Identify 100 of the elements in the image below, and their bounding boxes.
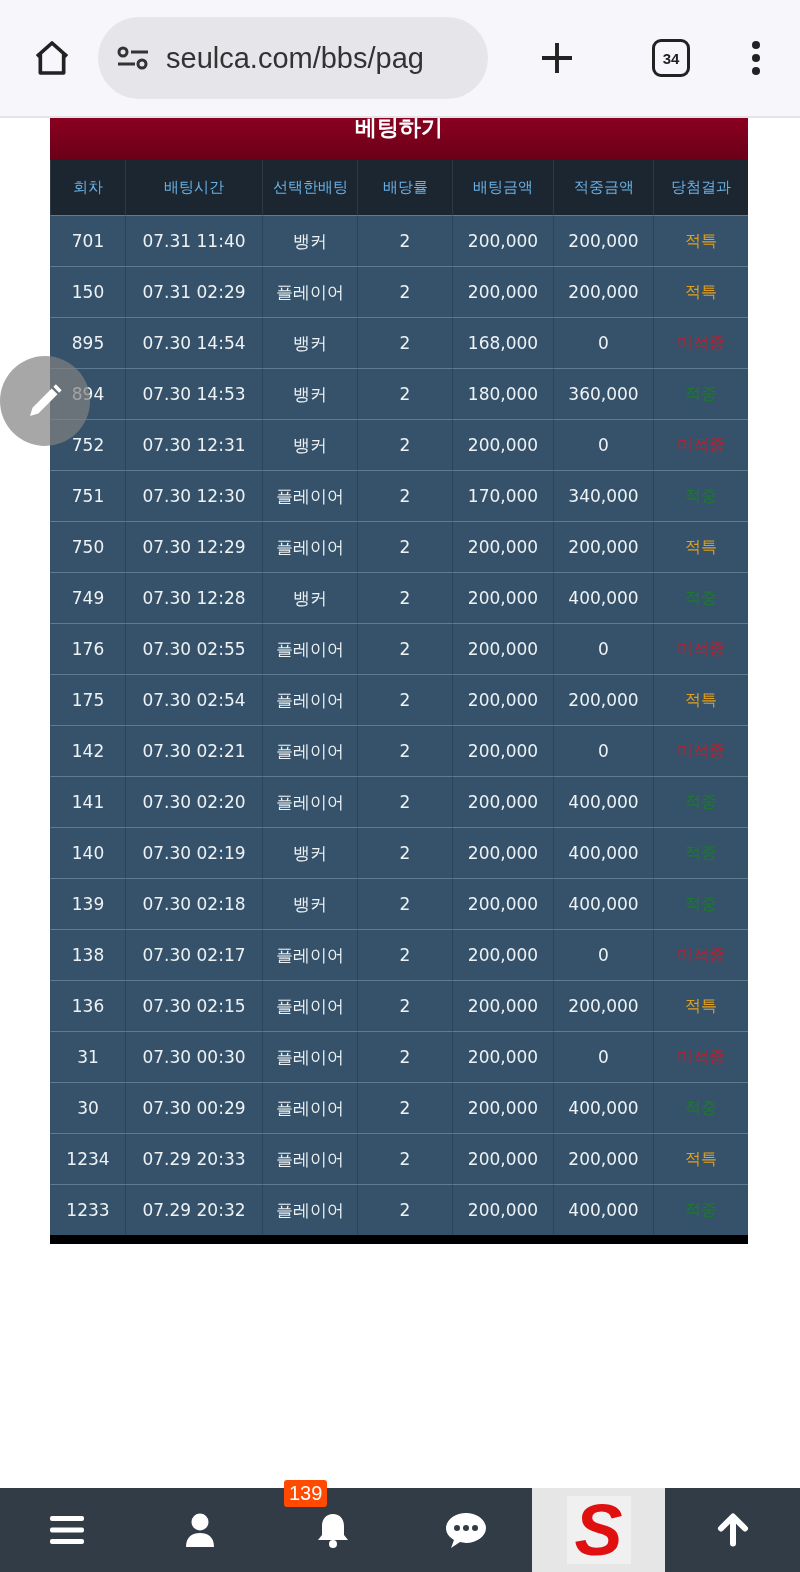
table-cell: 2 <box>357 623 452 674</box>
table-cell: 136 <box>50 980 125 1031</box>
table-cell: 2 <box>357 368 452 419</box>
result-label: 적중 <box>685 383 717 405</box>
table-cell: 플레이어 <box>262 470 357 521</box>
table-cell: 400,000 <box>553 1082 653 1133</box>
table-cell: 2 <box>357 419 452 470</box>
table-cell: 749 <box>50 572 125 623</box>
table-cell: 2 <box>357 776 452 827</box>
result-label: 적특 <box>685 1148 717 1170</box>
table-cell: 뱅커 <box>262 878 357 929</box>
table-cell: 200,000 <box>452 266 553 317</box>
result-label: 적중 <box>685 1097 717 1119</box>
table-cell: 175 <box>50 674 125 725</box>
table-cell: 200,000 <box>452 827 553 878</box>
table-cell: 07.30 02:19 <box>125 827 262 878</box>
result-label: 적중 <box>685 842 717 864</box>
table-cell: 플레이어 <box>262 521 357 572</box>
table-cell: 07.30 02:18 <box>125 878 262 929</box>
table-cell: 0 <box>553 317 653 368</box>
table-cell: 200,000 <box>452 878 553 929</box>
table-cell: 플레이어 <box>262 266 357 317</box>
table-cell: 07.30 02:54 <box>125 674 262 725</box>
column-header: 배당률 <box>357 160 452 215</box>
table-cell: 플레이어 <box>262 1133 357 1184</box>
result-label: 미적중 <box>677 740 725 762</box>
table-cell: 2 <box>357 1184 452 1235</box>
result-label: 적중 <box>685 485 717 507</box>
logo-button[interactable]: S <box>532 1488 665 1572</box>
table-cell: 200,000 <box>452 929 553 980</box>
address-bar[interactable]: seulca.com/bbs/pag <box>98 17 488 99</box>
result-label: 미적중 <box>677 944 725 966</box>
table-cell: 200,000 <box>553 980 653 1031</box>
table-cell: 2 <box>357 470 452 521</box>
column-header: 당첨결과 <box>653 160 748 215</box>
user-icon <box>184 1513 215 1547</box>
table-cell: 07.30 02:55 <box>125 623 262 674</box>
table-cell: 200,000 <box>452 419 553 470</box>
table-cell: 뱅커 <box>262 368 357 419</box>
table-cell: 200,000 <box>452 1031 553 1082</box>
table-cell: 400,000 <box>553 776 653 827</box>
table-cell: 2 <box>357 521 452 572</box>
table-cell: 2 <box>357 980 452 1031</box>
tab-count[interactable]: 34 <box>652 39 690 77</box>
column-header: 배팅시간 <box>125 160 262 215</box>
table-title: 베팅하기 <box>50 118 748 160</box>
table-cell: 200,000 <box>553 266 653 317</box>
table-cell: 뱅커 <box>262 215 357 266</box>
table-cell: 30 <box>50 1082 125 1133</box>
table-cell: 2 <box>357 215 452 266</box>
table-cell: 200,000 <box>452 572 553 623</box>
table-cell: 895 <box>50 317 125 368</box>
table-cell: 2 <box>357 1082 452 1133</box>
table-cell: 400,000 <box>553 827 653 878</box>
table-cell: 176 <box>50 623 125 674</box>
table-cell: 200,000 <box>452 725 553 776</box>
table-cell: 07.29 20:32 <box>125 1184 262 1235</box>
menu-icon <box>49 1515 84 1545</box>
table-cell: 0 <box>553 623 653 674</box>
table-cell: 07.30 02:20 <box>125 776 262 827</box>
table-cell: 07.30 02:15 <box>125 980 262 1031</box>
table-cell: 플레이어 <box>262 674 357 725</box>
table-cell: 07.30 02:17 <box>125 929 262 980</box>
table-cell: 200,000 <box>452 215 553 266</box>
table-cell: 150 <box>50 266 125 317</box>
column-header: 적중금액 <box>553 160 653 215</box>
table-cell: 07.30 12:30 <box>125 470 262 521</box>
table-cell: 2 <box>357 1031 452 1082</box>
column-header: 선택한배팅 <box>262 160 357 215</box>
table-cell: 07.30 12:28 <box>125 572 262 623</box>
table-cell: 400,000 <box>553 572 653 623</box>
table-cell: 1234 <box>50 1133 125 1184</box>
result-label: 미적중 <box>677 638 725 660</box>
table-cell: 701 <box>50 215 125 266</box>
table-cell: 플레이어 <box>262 725 357 776</box>
table-cell: 360,000 <box>553 368 653 419</box>
table-cell: 142 <box>50 725 125 776</box>
table-cell: 138 <box>50 929 125 980</box>
table-cell: 2 <box>357 266 452 317</box>
table-cell: 400,000 <box>553 1184 653 1235</box>
table-cell: 07.29 20:33 <box>125 1133 262 1184</box>
table-cell: 0 <box>553 1031 653 1082</box>
column-header: 배팅금액 <box>452 160 553 215</box>
table-cell: 751 <box>50 470 125 521</box>
result-label: 미적중 <box>677 1046 725 1068</box>
table-cell: 0 <box>553 725 653 776</box>
result-label: 적특 <box>685 230 717 252</box>
table-cell: 200,000 <box>553 674 653 725</box>
site-settings-icon[interactable] <box>116 45 150 71</box>
table-cell: 플레이어 <box>262 1031 357 1082</box>
result-label: 적중 <box>685 587 717 609</box>
table-cell: 플레이어 <box>262 776 357 827</box>
table-cell: 07.30 14:53 <box>125 368 262 419</box>
table-cell: 0 <box>553 419 653 470</box>
table-cell: 139 <box>50 878 125 929</box>
result-label: 적특 <box>685 689 717 711</box>
result-label: 적중 <box>685 893 717 915</box>
table-cell: 200,000 <box>452 623 553 674</box>
table-cell: 200,000 <box>452 1133 553 1184</box>
table-cell: 07.30 02:21 <box>125 725 262 776</box>
